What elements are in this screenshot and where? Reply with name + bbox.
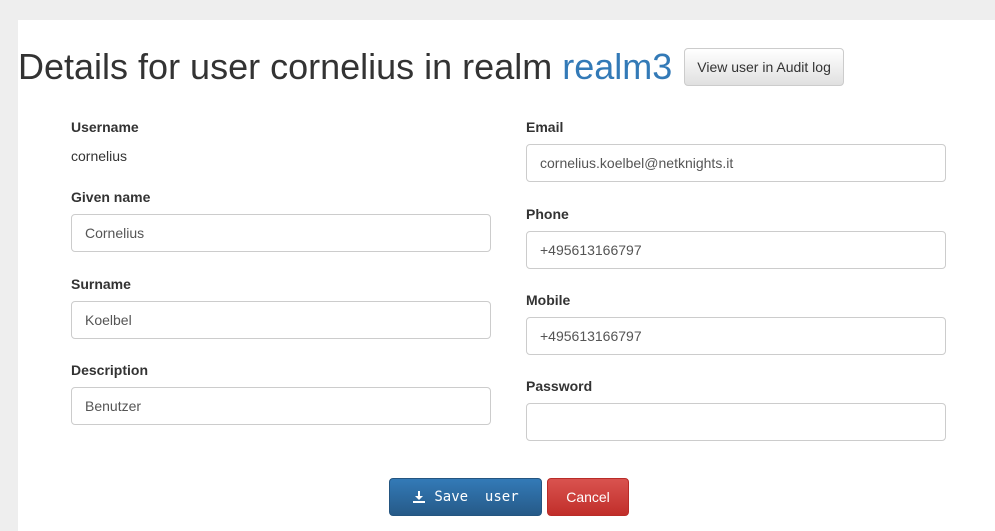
- password-label: Password: [526, 378, 593, 394]
- password-field[interactable]: [526, 403, 946, 441]
- cancel-button[interactable]: Cancel: [547, 478, 629, 516]
- download-icon: [412, 490, 426, 504]
- username-label: Username: [71, 119, 139, 135]
- save-user-label: Save user: [434, 489, 519, 505]
- page-title: Details for user cornelius in realm real…: [18, 44, 844, 90]
- given-name-label: Given name: [71, 189, 151, 205]
- surname-field[interactable]: Koelbel: [71, 301, 491, 339]
- given-name-field[interactable]: Cornelius: [71, 214, 491, 252]
- view-audit-log-button[interactable]: View user in Audit log: [684, 48, 844, 86]
- description-label: Description: [71, 362, 149, 378]
- phone-field[interactable]: +495613166797: [526, 231, 946, 269]
- save-user-button[interactable]: Save user: [389, 478, 542, 516]
- realm-link[interactable]: realm3: [562, 46, 672, 88]
- content-panel: [18, 20, 995, 531]
- mobile-label: Mobile: [526, 292, 571, 308]
- page-title-text: Details for user cornelius in realm: [18, 46, 553, 87]
- surname-label: Surname: [71, 276, 131, 292]
- description-field[interactable]: Benutzer: [71, 387, 491, 425]
- email-label: Email: [526, 119, 564, 135]
- phone-label: Phone: [526, 206, 569, 222]
- mobile-field[interactable]: +495613166797: [526, 317, 946, 355]
- email-field[interactable]: cornelius.koelbel@netknights.it: [526, 144, 946, 182]
- username-value: cornelius: [71, 148, 128, 164]
